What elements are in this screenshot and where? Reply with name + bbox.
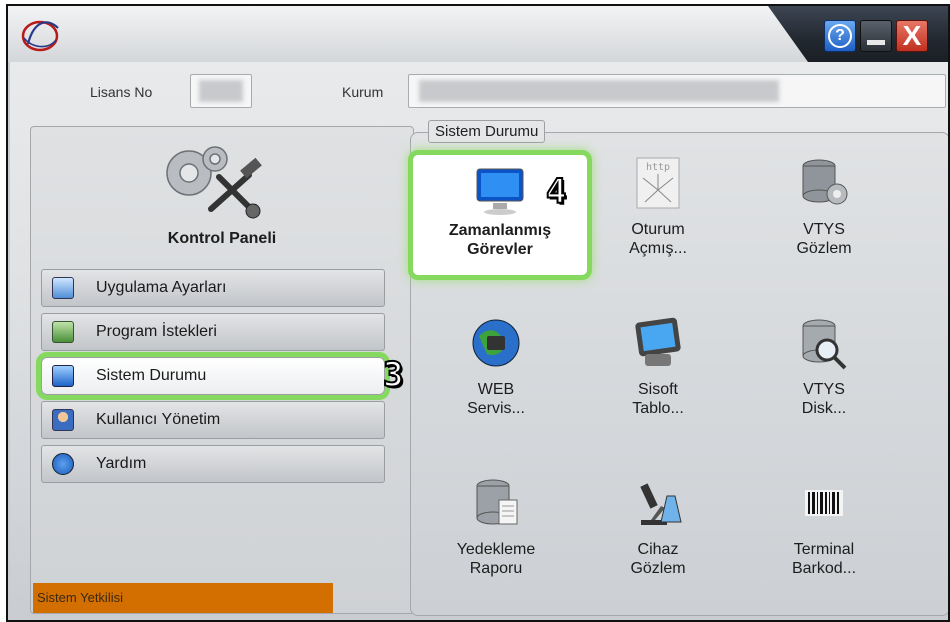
help-icon: ? [828,24,852,48]
tile-backup-report[interactable]: Yedekleme Raporu [426,476,566,602]
tablet-icon [635,317,681,366]
tile-logged-in-sessions[interactable]: http Oturum Açmış... [588,156,728,282]
status-bar: Sistem Yetkilisi [33,583,333,613]
tile-label: WEB Servis... [467,381,525,417]
monitor-icon [476,168,524,215]
tile-device-monitor[interactable]: Cihaz Gözlem [588,476,728,602]
title-bar: ? X [8,6,948,62]
http-icon: http [636,157,680,209]
tile-label: VTYS Gözlem [796,221,852,257]
license-value-redacted [199,80,243,102]
globe-network-icon [472,319,520,367]
control-panel-title: Kontrol Paneli [167,230,277,247]
step-badge-3: 3 [382,354,405,396]
barcode-icon [805,490,843,516]
gear-tools-icon [166,146,262,219]
tile-label: Cihaz Gözlem [630,541,686,577]
tile-label: VTYS Disk... [801,381,847,417]
menu-item-system-status[interactable]: Sistem Durumu [36,352,390,400]
tile-label: Terminal Barkod... [791,541,857,577]
menu-item-label: Sistem Durumu [96,367,207,384]
license-label: Lisans No [90,84,153,100]
app-window: ? X Lisans No Kurum Kontrol Paneli Uygul… [6,4,950,622]
menu-item-label: Yardım [96,455,147,472]
control-panel: Kontrol Paneli Uygulama Ayarları Program… [30,126,414,614]
tile-label: Oturum Açmış... [629,221,687,257]
database-search-icon [802,319,847,370]
tile-sisoft-table[interactable]: Sisoft Tablo... [588,316,728,442]
menu-item-program-requests[interactable]: Program İstekleri [41,313,385,351]
minimize-icon [867,40,885,45]
help-button[interactable]: ? [824,20,856,52]
tile-dbms-disk[interactable]: VTYS Disk... [754,316,894,442]
program-requests-icon [52,321,74,343]
settings-window-icon [52,277,74,299]
menu-item-label: Uygulama Ayarları [96,279,227,296]
menu-item-application-settings[interactable]: Uygulama Ayarları [41,269,385,307]
tile-scheduled-tasks[interactable]: Zamanlanmış Görevler [408,150,592,280]
app-logo-icon [21,20,59,52]
tile-dbms-monitor[interactable]: VTYS Gözlem [754,156,894,282]
minimize-button[interactable] [860,20,892,52]
database-gear-icon [802,159,848,205]
menu-item-user-management[interactable]: Kullanıcı Yönetim [41,401,385,439]
menu-item-label: Program İstekleri [96,323,217,340]
close-icon: X [902,20,922,51]
license-field[interactable] [190,74,252,108]
main-content: Lisans No Kurum Kontrol Paneli Uygulama … [10,62,948,620]
step-badge-4: 4 [545,171,568,213]
users-icon [52,409,74,431]
institution-label: Kurum [342,84,384,100]
monitor-icon [52,365,74,387]
title-tab [8,6,808,62]
close-button[interactable]: X [896,20,928,52]
institution-value-redacted [419,80,779,102]
institution-field[interactable] [408,74,946,108]
tile-web-services[interactable]: WEB Servis... [426,316,566,442]
tile-label: Zamanlanmış Görevler [448,222,552,258]
tile-label: Sisoft Tablo... [632,381,684,417]
microscope-icon [640,483,682,525]
tile-label: Yedekleme Raporu [456,541,536,577]
backup-report-icon [476,479,518,525]
tile-terminal-barcode[interactable]: Terminal Barkod... [754,476,894,602]
help-icon [52,453,74,475]
svg-text:http: http [646,162,670,173]
group-title: Sistem Durumu [428,120,546,143]
menu-item-help[interactable]: Yardım [41,445,385,483]
menu-item-label: Kullanıcı Yönetim [96,411,221,428]
